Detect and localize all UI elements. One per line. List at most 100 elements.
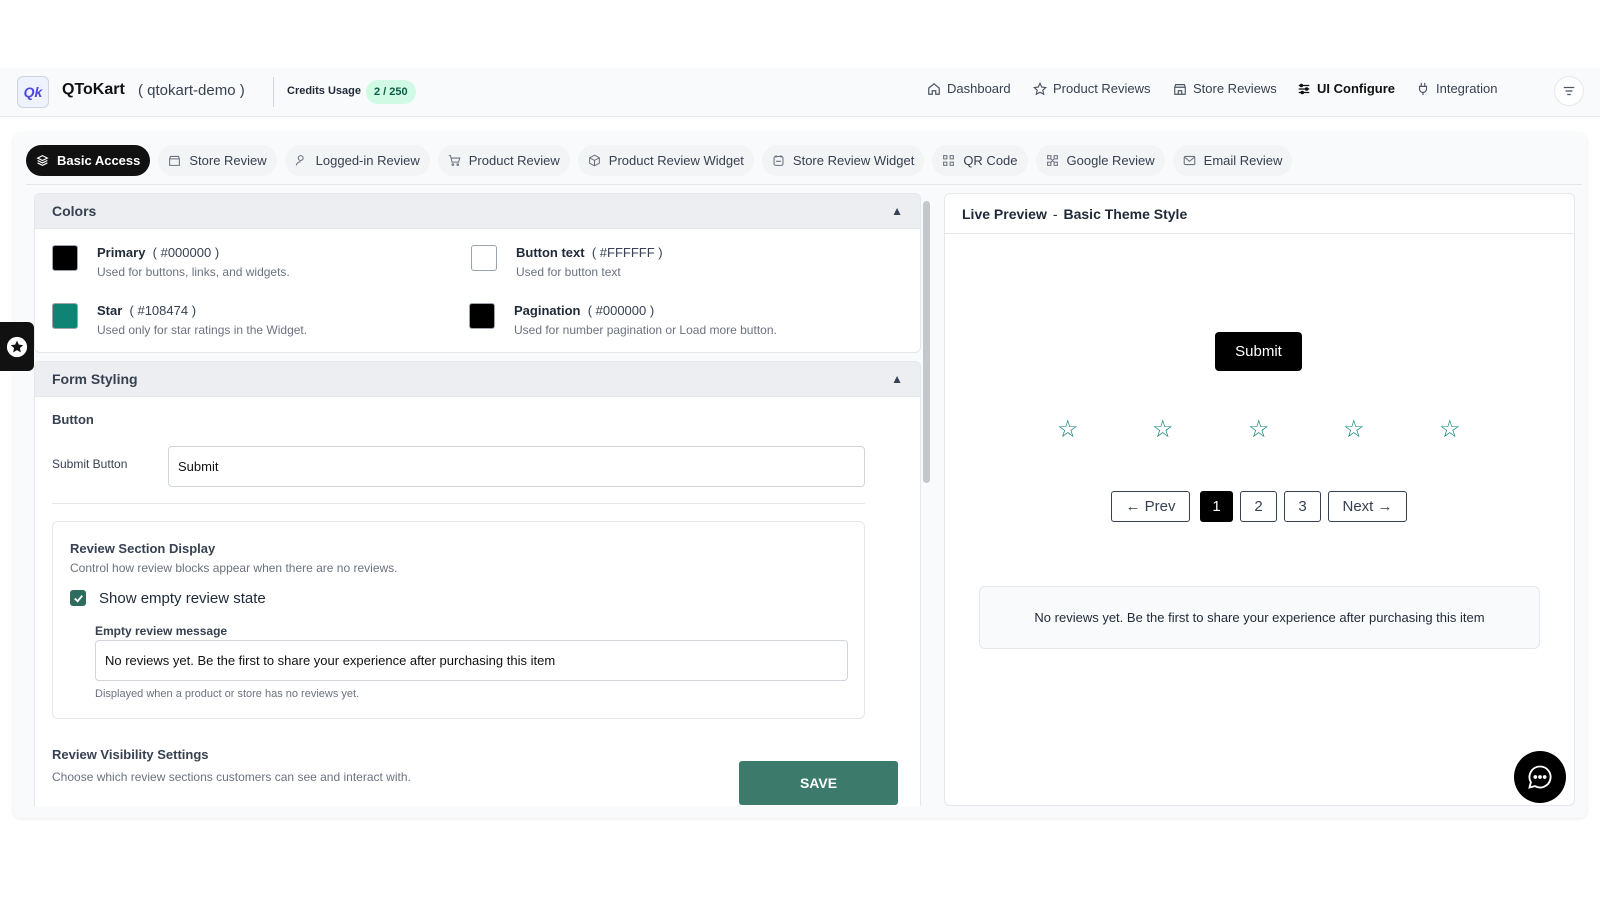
star-icon[interactable]: ☆	[1343, 415, 1365, 444]
nav-integration[interactable]: Integration	[1416, 81, 1497, 96]
settings-column[interactable]: Colors ▲ Primary ( #000000 ) Used for bu…	[34, 193, 921, 806]
color-desc: Used only for star ratings in the Widget…	[97, 323, 308, 337]
nav-dashboard[interactable]: Dashboard	[927, 81, 1011, 96]
form-styling-card: Form Styling ▲ Button Submit Button Subm…	[34, 361, 921, 806]
nav-ui-configure[interactable]: UI Configure	[1297, 81, 1395, 96]
star-icon[interactable]: ☆	[1152, 415, 1174, 444]
mail-icon	[1183, 155, 1195, 166]
visibility-title: Review Visibility Settings	[52, 747, 209, 762]
color-value: ( #000000 )	[587, 303, 655, 318]
pagination-swatch[interactable]	[469, 303, 495, 329]
review-section-desc: Control how review blocks appear when th…	[70, 561, 398, 575]
tab-basic-access[interactable]: Basic Access	[26, 145, 151, 176]
prev-page-button[interactable]: ← Prev	[1111, 491, 1190, 522]
tabs-divider	[26, 184, 1582, 185]
star-icon[interactable]: ☆	[1057, 415, 1079, 444]
color-value: ( #FFFFFF )	[591, 245, 663, 260]
scrollbar-thumb[interactable]	[923, 201, 930, 483]
preview-dash: -	[1052, 205, 1058, 222]
tab-email-review[interactable]: Email Review	[1172, 145, 1293, 176]
google-icon	[1046, 155, 1058, 166]
page-2-button[interactable]: 2	[1240, 491, 1277, 522]
qr-icon	[943, 155, 955, 166]
color-name: Button text	[516, 245, 585, 260]
brand-name: QToKart	[62, 81, 125, 98]
color-name-line: Button text ( #FFFFFF )	[516, 245, 663, 260]
home-icon	[928, 82, 940, 95]
nav-label: Store Reviews	[1193, 81, 1277, 96]
store-icon	[1174, 83, 1186, 95]
menu-button[interactable]	[1554, 76, 1584, 106]
config-tabs: Basic Access Store Review Logged-in Revi…	[26, 145, 1293, 176]
tab-product-review[interactable]: Product Review	[437, 145, 570, 176]
color-name: Star	[97, 303, 123, 318]
nav-label: Integration	[1436, 81, 1498, 96]
star-icon[interactable]: ☆	[1248, 415, 1270, 444]
tab-qr-code[interactable]: QR Code	[932, 145, 1028, 176]
layers-icon	[36, 154, 49, 167]
page-3-button[interactable]: 3	[1284, 491, 1321, 522]
sliders-icon	[1298, 83, 1310, 94]
preview-header: Live Preview - Basic Theme Style	[945, 194, 1574, 234]
preview-submit-button[interactable]: Submit	[1215, 332, 1302, 371]
save-button[interactable]: SAVE	[739, 761, 898, 805]
store-icon	[169, 155, 181, 166]
tab-label: QR Code	[963, 153, 1018, 168]
star-badge-icon	[6, 336, 28, 357]
divider	[52, 503, 865, 504]
credits-badge: 2 / 250	[366, 80, 416, 104]
tab-store-review-widget[interactable]: Store Review Widget	[761, 145, 925, 176]
live-preview-panel: Live Preview - Basic Theme Style Submit …	[944, 193, 1575, 806]
submit-button-label: Submit Button	[52, 457, 128, 471]
color-desc: Used for number pagination or Load more …	[514, 323, 777, 337]
submit-button-input[interactable]: Submit	[168, 446, 865, 487]
tab-label: Store Review Widget	[792, 153, 915, 168]
tab-store-review[interactable]: Store Review	[158, 145, 277, 176]
tab-label: Google Review	[1066, 153, 1155, 168]
tab-label: Email Review	[1203, 153, 1283, 168]
star-swatch[interactable]	[52, 303, 78, 329]
next-page-button[interactable]: Next →	[1328, 491, 1407, 522]
color-desc: Used for button text	[516, 265, 621, 279]
colors-header[interactable]: Colors ▲	[35, 194, 920, 229]
tab-label: Logged-in Review	[315, 153, 420, 168]
nav-label: UI Configure	[1317, 81, 1395, 96]
tab-label: Product Review	[468, 153, 560, 168]
form-styling-header[interactable]: Form Styling ▲	[35, 362, 920, 397]
preview-title: Live Preview	[962, 205, 1047, 222]
color-name-line: Pagination ( #000000 )	[514, 303, 654, 318]
filter-menu-icon	[1563, 86, 1575, 96]
empty-message-input[interactable]: No reviews yet. Be the first to share yo…	[95, 640, 848, 681]
reviews-side-tab[interactable]	[0, 322, 34, 371]
form-styling-title: Form Styling	[52, 371, 138, 387]
calendar-icon	[773, 155, 784, 166]
tab-label: Store Review	[189, 153, 267, 168]
tab-google-review[interactable]: Google Review	[1035, 145, 1165, 176]
preview-empty-message: No reviews yet. Be the first to share yo…	[979, 586, 1540, 649]
show-empty-state-label[interactable]: Show empty review state	[99, 590, 266, 607]
color-name-line: Star ( #108474 )	[97, 303, 196, 318]
color-desc: Used for buttons, links, and widgets.	[97, 265, 290, 279]
credits-label: Credits Usage	[287, 85, 361, 97]
chat-icon	[1528, 765, 1552, 789]
check-icon	[73, 594, 83, 603]
nav-product-reviews[interactable]: Product Reviews	[1033, 81, 1151, 96]
review-section-display: Review Section Display Control how revie…	[52, 521, 865, 719]
chevron-up-icon[interactable]: ▲	[891, 372, 903, 386]
star-icon[interactable]: ☆	[1439, 415, 1461, 444]
tab-logged-in-review[interactable]: Logged-in Review	[284, 145, 430, 176]
app-logo[interactable]: Qk	[17, 76, 49, 108]
color-value: ( #000000 )	[152, 245, 220, 260]
tab-product-review-widget[interactable]: Product Review Widget	[577, 145, 754, 176]
chevron-up-icon[interactable]: ▲	[891, 204, 903, 218]
colors-title: Colors	[52, 203, 97, 219]
primary-swatch[interactable]	[52, 245, 78, 271]
button-text-swatch[interactable]	[471, 245, 497, 271]
chat-button[interactable]	[1514, 751, 1566, 803]
page-1-button[interactable]: 1	[1200, 491, 1233, 522]
color-value: ( #108474 )	[129, 303, 197, 318]
nav-store-reviews[interactable]: Store Reviews	[1173, 81, 1277, 96]
empty-message-label: Empty review message	[95, 624, 228, 638]
store-name: ( qtokart-demo )	[138, 82, 245, 99]
show-empty-state-checkbox[interactable]	[70, 590, 86, 606]
